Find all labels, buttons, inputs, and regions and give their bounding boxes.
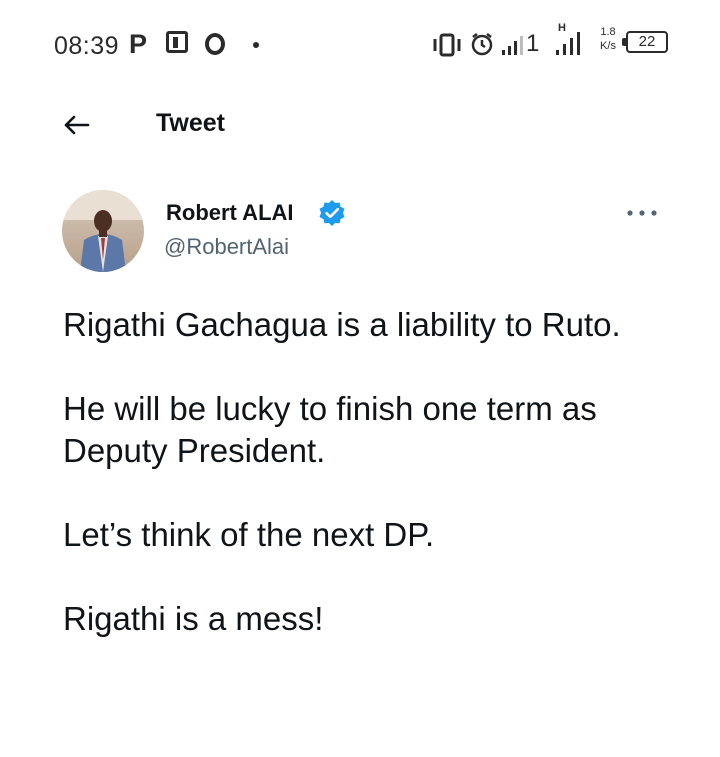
status-bar: 08:39 P 1 H 1.8 K/s 22 (0, 0, 720, 90)
signal-sim1-icon (502, 36, 523, 55)
pl-icon (166, 31, 188, 53)
vibrate-icon (433, 33, 461, 57)
tweet-paragraph: Rigathi is a mess! (63, 600, 324, 637)
sim-indicator: 1 (526, 30, 540, 57)
p-icon: P (129, 29, 148, 59)
tweet-paragraph: He will be lucky to finish one term as D… (63, 390, 597, 469)
alarm-icon (471, 33, 493, 56)
verified-badge-icon (319, 200, 345, 226)
tweet-author: Robert ALAI @RobertAlai (0, 185, 720, 285)
top-app-bar: Tweet (0, 95, 720, 155)
page-title: Tweet (156, 109, 225, 137)
author-name[interactable]: Robert ALAI (166, 200, 294, 226)
tweet-text: Rigathi Gachagua is a liability to Ruto.… (63, 304, 683, 682)
tweet-paragraph: Rigathi Gachagua is a liability to Ruto. (63, 306, 621, 343)
tweet-paragraph: Let’s think of the next DP. (63, 516, 435, 553)
arrow-left-icon[interactable] (58, 107, 94, 143)
status-time: 08:39 (54, 32, 120, 60)
more-options-icon[interactable] (624, 203, 660, 223)
avatar-image (62, 190, 144, 272)
network-speed-value: 1.8 (600, 26, 616, 38)
avatar[interactable] (62, 190, 144, 272)
battery-icon: 22 (622, 31, 668, 53)
author-handle[interactable]: @RobertAlai (164, 234, 289, 260)
network-speed: 1.8 K/s (594, 25, 622, 53)
more-notifications-dot-icon (253, 42, 259, 48)
signal-sim2-icon (556, 32, 580, 55)
network-speed-unit: K/s (600, 40, 616, 52)
battery-level: 22 (638, 33, 656, 50)
o-icon (205, 33, 225, 55)
